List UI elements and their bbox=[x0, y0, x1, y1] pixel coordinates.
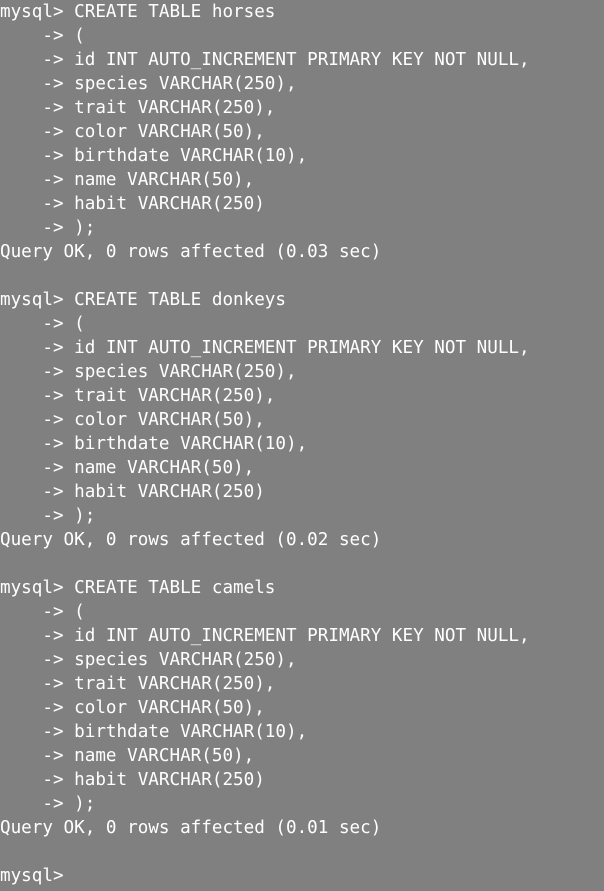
terminal-line: -> color VARCHAR(50), bbox=[0, 410, 265, 430]
terminal-line: mysql> CREATE TABLE camels bbox=[0, 578, 276, 598]
terminal-line: -> ( bbox=[0, 314, 85, 334]
terminal-line: -> habit VARCHAR(250) bbox=[0, 482, 265, 502]
terminal-line: -> ); bbox=[0, 506, 96, 526]
current-prompt[interactable]: mysql> bbox=[0, 864, 604, 888]
terminal-window[interactable]: mysql> CREATE TABLE horses -> ( -> id IN… bbox=[0, 0, 604, 891]
query-result-line: Query OK, 0 rows affected (0.02 sec) bbox=[0, 530, 382, 550]
command-block: mysql> CREATE TABLE camels -> ( -> id IN… bbox=[0, 576, 604, 840]
terminal-line: -> color VARCHAR(50), bbox=[0, 698, 265, 718]
terminal-line: -> birthdate VARCHAR(10), bbox=[0, 722, 308, 742]
terminal-line: -> color VARCHAR(50), bbox=[0, 122, 265, 142]
query-result-line: Query OK, 0 rows affected (0.03 sec) bbox=[0, 242, 382, 262]
terminal-line: -> id INT AUTO_INCREMENT PRIMARY KEY NOT… bbox=[0, 338, 530, 358]
terminal-line: mysql> CREATE TABLE horses bbox=[0, 2, 276, 22]
terminal-line: -> id INT AUTO_INCREMENT PRIMARY KEY NOT… bbox=[0, 626, 530, 646]
terminal-line: -> species VARCHAR(250), bbox=[0, 74, 297, 94]
command-block: mysql> CREATE TABLE horses -> ( -> id IN… bbox=[0, 0, 604, 264]
terminal-line: -> trait VARCHAR(250), bbox=[0, 674, 276, 694]
terminal-line: -> birthdate VARCHAR(10), bbox=[0, 434, 308, 454]
terminal-line: -> birthdate VARCHAR(10), bbox=[0, 146, 308, 166]
query-result-line: Query OK, 0 rows affected (0.01 sec) bbox=[0, 818, 382, 838]
terminal-line: -> species VARCHAR(250), bbox=[0, 362, 297, 382]
terminal-line: -> name VARCHAR(50), bbox=[0, 458, 255, 478]
command-block: mysql> CREATE TABLE donkeys -> ( -> id I… bbox=[0, 288, 604, 552]
terminal-line: -> ( bbox=[0, 602, 85, 622]
terminal-line: -> name VARCHAR(50), bbox=[0, 746, 255, 766]
terminal-line: mysql> CREATE TABLE donkeys bbox=[0, 290, 286, 310]
terminal-line: -> ( bbox=[0, 26, 85, 46]
terminal-line: -> name VARCHAR(50), bbox=[0, 170, 255, 190]
terminal-line: -> habit VARCHAR(250) bbox=[0, 770, 265, 790]
terminal-line: -> id INT AUTO_INCREMENT PRIMARY KEY NOT… bbox=[0, 50, 530, 70]
terminal-line: -> ); bbox=[0, 218, 96, 238]
terminal-line: -> trait VARCHAR(250), bbox=[0, 98, 276, 118]
terminal-line: -> trait VARCHAR(250), bbox=[0, 386, 276, 406]
terminal-line: -> habit VARCHAR(250) bbox=[0, 194, 265, 214]
terminal-line: -> ); bbox=[0, 794, 96, 814]
terminal-line: -> species VARCHAR(250), bbox=[0, 650, 297, 670]
